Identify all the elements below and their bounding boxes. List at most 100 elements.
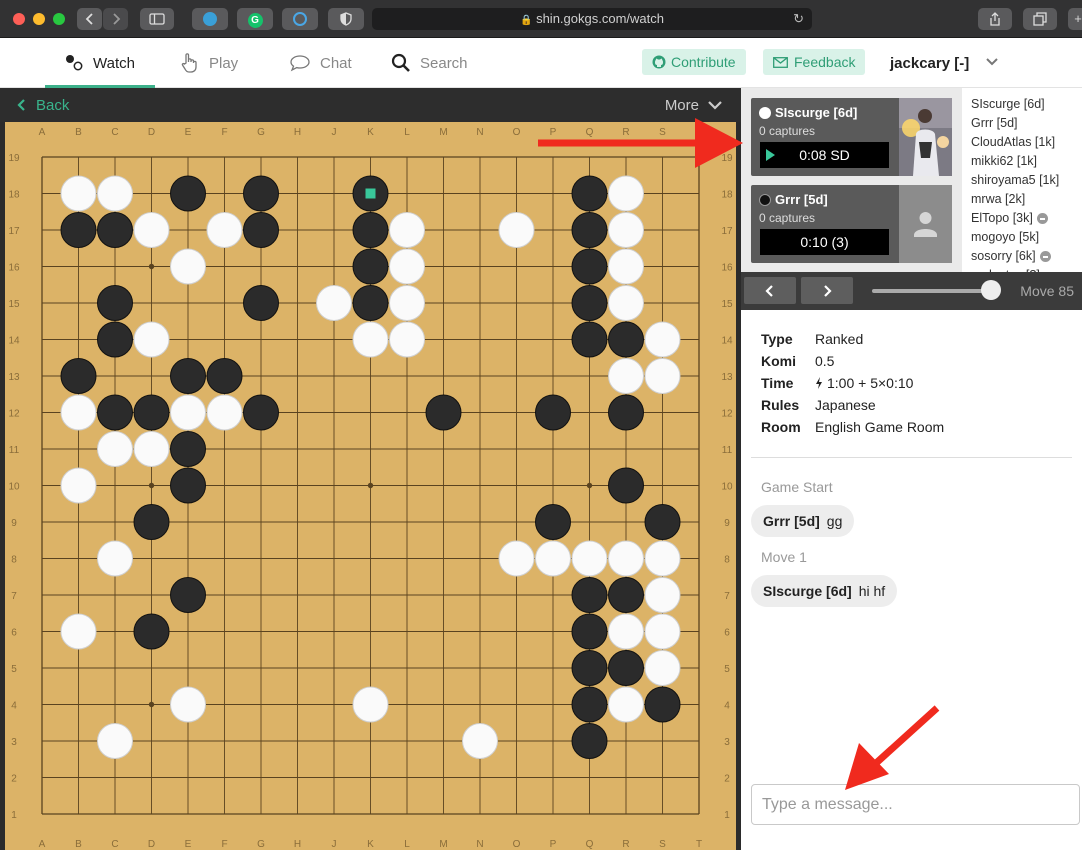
tab-search[interactable]: Search [391,38,468,88]
white-stone[interactable] [498,212,535,248]
spectator-item[interactable]: mrwa [2k] [962,190,1082,209]
black-stone[interactable] [571,285,608,321]
black-stone[interactable] [571,321,608,358]
white-stone[interactable] [97,175,133,212]
white-stone[interactable] [462,723,498,759]
black-stone[interactable] [352,285,389,321]
white-stone[interactable] [170,686,206,723]
white-stone[interactable] [97,431,133,467]
user-menu[interactable]: jackcary [-] [890,38,969,88]
move-slider-track[interactable] [872,289,987,293]
next-move-button[interactable] [801,277,853,304]
white-stone[interactable] [608,686,644,723]
white-stone[interactable] [170,394,206,431]
chat-author[interactable]: Grrr [5d] [763,513,820,529]
black-stone[interactable] [571,175,608,212]
black-stone[interactable] [243,285,279,321]
zoom-window-button[interactable] [53,13,65,25]
black-stone[interactable] [243,212,279,248]
black-stone[interactable] [133,504,170,540]
black-stone[interactable] [170,175,206,212]
black-stone[interactable] [571,723,608,759]
new-tab-button[interactable]: + [1068,8,1082,30]
tab-chat[interactable]: Chat [289,38,352,88]
black-stone[interactable] [535,504,571,540]
chat-message-input[interactable] [751,784,1080,825]
black-stone[interactable] [352,248,389,285]
black-stone[interactable] [133,394,170,431]
black-stone[interactable] [97,285,133,321]
black-stone[interactable] [352,212,389,248]
white-stone[interactable] [644,577,681,613]
white-stone[interactable] [608,540,644,577]
white-stone[interactable] [97,723,133,759]
feedback-button[interactable]: Feedback [763,49,866,75]
more-menu-button[interactable]: More [665,88,723,122]
go-board[interactable]: A A B B C C D D E E F F G G H H J J K K L L M M N N O O P P Q Q R R S S T T 19… [5,122,736,850]
spectator-item[interactable]: mikki62 [1k] [962,152,1082,171]
white-stone[interactable] [498,540,535,577]
black-stone[interactable] [571,686,608,723]
black-player-name[interactable]: Grrr [5d] [759,192,828,207]
black-stone[interactable] [644,686,681,723]
white-stone[interactable] [608,175,644,212]
browser-back-button[interactable] [77,8,102,30]
address-bar[interactable]: 🔒 shin.gokgs.com/watch ↻ [372,8,812,30]
black-stone[interactable] [608,394,644,431]
white-stone[interactable] [60,175,97,212]
black-stone[interactable] [571,577,608,613]
tabs-overview-button[interactable] [1023,8,1057,30]
black-stone[interactable] [243,394,279,431]
white-stone[interactable] [206,394,243,431]
spectator-item[interactable]: Grrr [5d] [962,114,1082,133]
white-stone[interactable] [644,540,681,577]
privacy-shield-button[interactable] [328,8,364,30]
white-stone[interactable] [389,248,425,285]
white-stone[interactable] [535,540,571,577]
black-stone[interactable] [535,394,571,431]
black-stone[interactable] [97,212,133,248]
white-stone[interactable] [60,394,97,431]
reload-icon[interactable]: ↻ [793,8,804,30]
black-stone[interactable] [608,650,644,686]
black-stone[interactable] [170,431,206,467]
white-player-name[interactable]: SIscurge [6d] [759,105,857,120]
black-stone[interactable] [425,394,462,431]
spectator-item[interactable]: sosorry [6k] [962,247,1082,266]
back-button[interactable]: Back [16,88,69,122]
black-stone[interactable] [644,504,681,540]
black-stone[interactable] [571,248,608,285]
contribute-button[interactable]: Contribute [642,49,746,75]
black-stone[interactable] [60,212,97,248]
tab-watch[interactable]: Watch [64,38,135,88]
black-stone[interactable] [170,358,206,394]
black-stone[interactable] [608,321,644,358]
white-stone[interactable] [389,321,425,358]
white-stone[interactable] [133,321,170,358]
white-stone[interactable] [571,540,608,577]
white-stone[interactable] [316,285,352,321]
tab-play[interactable]: Play [180,38,238,88]
white-stone[interactable] [644,613,681,650]
white-stone[interactable] [608,285,644,321]
spectator-item[interactable]: CloudAtlas [1k] [962,133,1082,152]
extension-1-button[interactable] [192,8,228,30]
go-board-grid[interactable]: AABBCCDDEEFFGGHHJJKKLLMMNNOOPPQQRRSSTT19… [5,122,736,850]
white-stone[interactable] [170,248,206,285]
share-button[interactable] [978,8,1012,30]
black-stone[interactable] [243,175,279,212]
extension-3-button[interactable] [282,8,318,30]
black-stone[interactable] [571,212,608,248]
white-stone[interactable] [133,212,170,248]
white-stone[interactable] [133,431,170,467]
black-stone[interactable] [206,358,243,394]
white-stone[interactable] [352,321,389,358]
minimize-window-button[interactable] [33,13,45,25]
avatar[interactable] [899,185,952,263]
move-slider-handle[interactable] [981,280,1001,300]
spectator-item[interactable]: SIscurge [6d] [962,95,1082,114]
grammarly-extension-button[interactable]: G [237,8,273,30]
white-stone[interactable] [644,358,681,394]
black-stone[interactable] [97,321,133,358]
chevron-down-icon[interactable] [984,54,1000,70]
